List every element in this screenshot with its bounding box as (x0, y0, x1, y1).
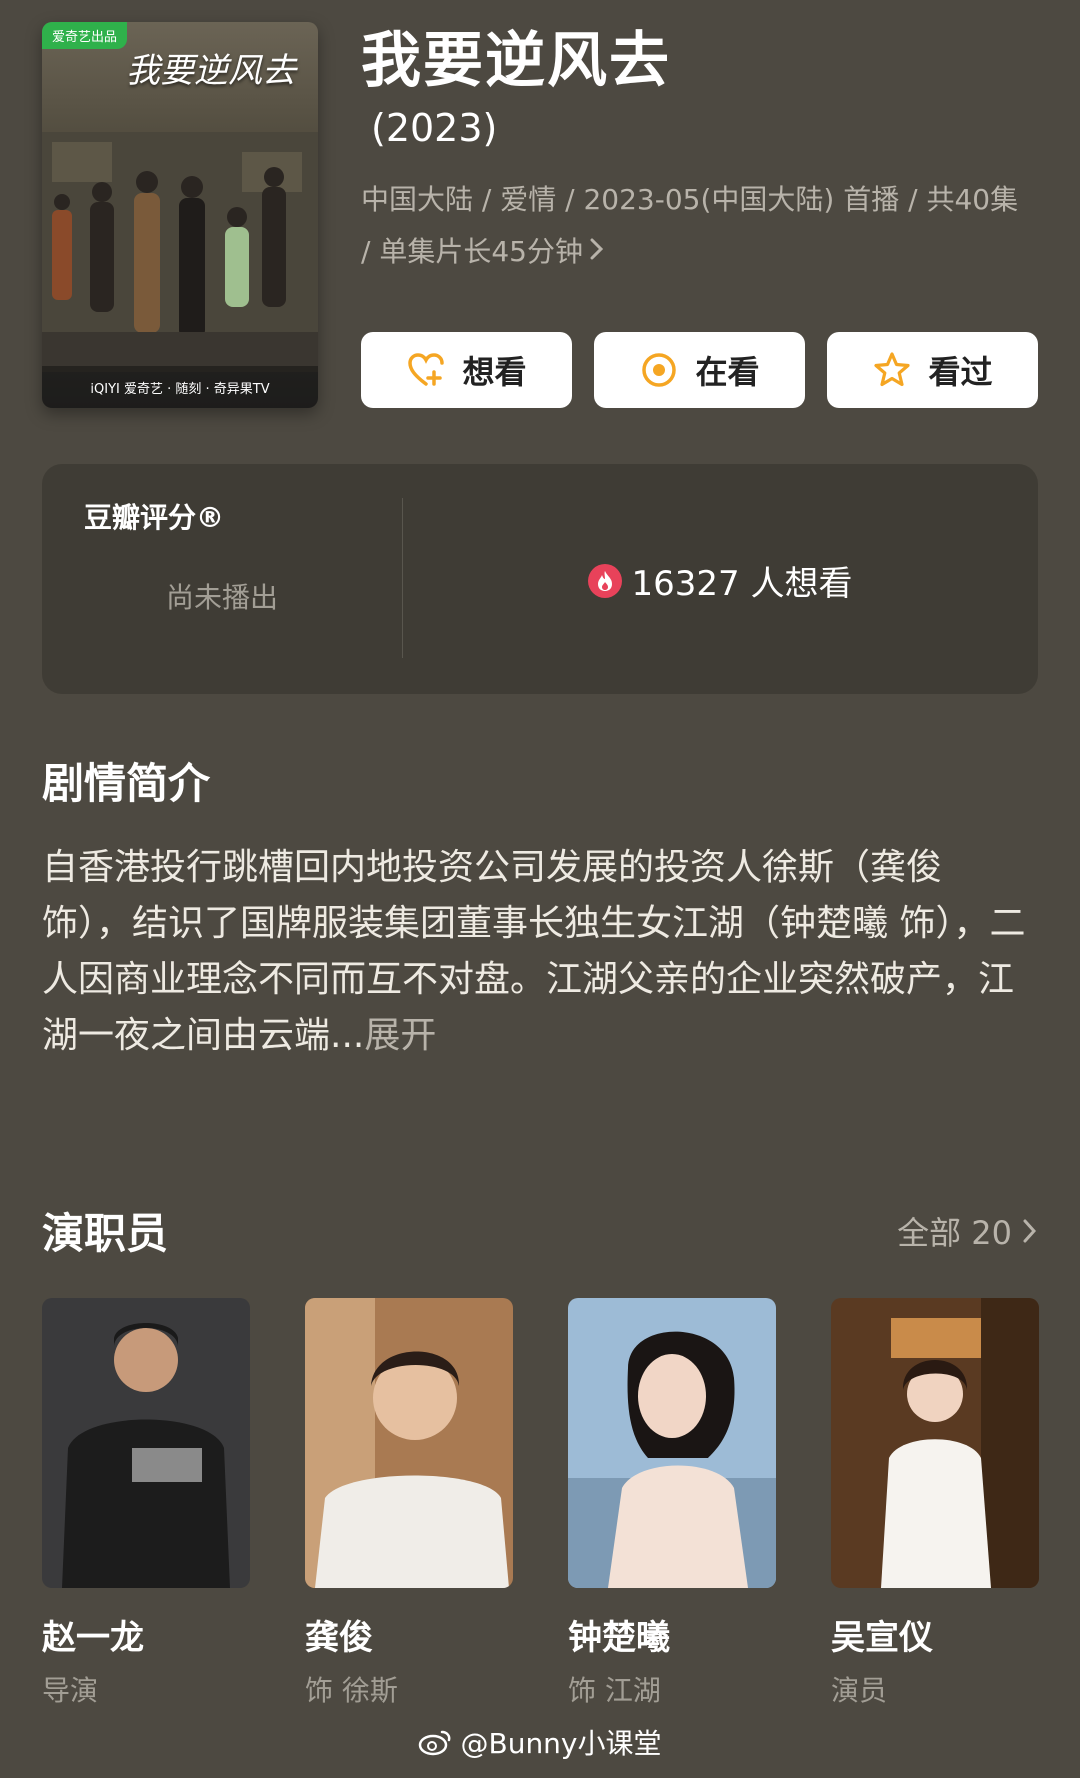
weibo-icon (419, 1730, 451, 1756)
cast-photo (42, 1298, 250, 1588)
cast-name: 龚俊 (305, 1618, 373, 1658)
release-year: (2023) (371, 106, 498, 150)
poster-title-art: 我要逆风去 (126, 51, 296, 91)
chevron-right-icon (1023, 1219, 1037, 1243)
watching-label: 在看 (695, 353, 760, 391)
poster-badge: 爱奇艺出品 (42, 22, 128, 49)
cast-role: 饰 江湖 (568, 1674, 661, 1707)
want-to-watch-label: 想看 (462, 353, 527, 391)
see-all-cast-link[interactable]: 全部 20 (897, 1208, 1038, 1254)
synopsis-heading: 剧情简介 (42, 759, 211, 808)
watching-button[interactable]: 在看 (594, 332, 805, 408)
wish-count-text: 16327 人想看 (631, 564, 853, 604)
cast-name: 赵一龙 (42, 1618, 144, 1658)
cast-photo (831, 1298, 1039, 1588)
fire-icon (587, 563, 622, 598)
cast-photo (568, 1298, 776, 1588)
title-block: 我要逆风去 (2023) 中国大陆 / 爱情 / 2023-05(中国大陆) 首… (361, 22, 1041, 278)
synopsis-text[interactable]: 自香港投行跳槽回内地投资公司发展的投资人徐斯（龚俊 饰），结识了国牌服装集团董事… (42, 840, 1038, 1064)
page-title: 我要逆风去 (361, 26, 671, 96)
heart-plus-icon (408, 353, 445, 386)
action-buttons: 想看 在看 看过 (361, 332, 1038, 408)
rating-label: 豆瓣评分® (84, 501, 225, 534)
target-icon (642, 353, 677, 387)
cast-card[interactable]: 赵一龙 导演 (42, 1298, 250, 1709)
cast-role: 导演 (42, 1674, 99, 1707)
cast-heading: 演职员 (42, 1209, 169, 1258)
watched-label: 看过 (928, 353, 993, 391)
poster-scene-illustration (42, 132, 318, 372)
chevron-right-icon (589, 226, 605, 278)
cast-photo (305, 1298, 513, 1588)
rating-card: 豆瓣评分® 尚未播出 16327 人想看 (42, 464, 1038, 694)
want-to-watch-button[interactable]: 想看 (361, 332, 572, 408)
watermark-text: @Bunny小课堂 (460, 1727, 662, 1760)
meta-info[interactable]: 中国大陆 / 爱情 / 2023-05(中国大陆) 首播 / 共40集 / 单集… (361, 174, 1021, 278)
cast-card[interactable]: 钟楚曦 饰 江湖 (568, 1298, 776, 1709)
cast-card[interactable]: 龚俊 饰 徐斯 (305, 1298, 513, 1709)
rating-status: 尚未播出 (165, 581, 278, 614)
watched-button[interactable]: 看过 (827, 332, 1038, 408)
watermark: @Bunny小课堂 (0, 1722, 1080, 1762)
cast-name: 吴宣仪 (831, 1618, 933, 1658)
star-icon (874, 352, 911, 387)
expand-link[interactable]: 展开 (364, 1015, 436, 1056)
see-all-label: 全部 20 (897, 1214, 1012, 1252)
synopsis-body: 自香港投行跳槽回内地投资公司发展的投资人徐斯（龚俊 饰），结识了国牌服装集团董事… (42, 847, 1026, 1056)
cast-role: 饰 徐斯 (305, 1674, 398, 1707)
meta-text: 中国大陆 / 爱情 / 2023-05(中国大陆) 首播 / 共40集 / 单集… (361, 183, 1019, 268)
cast-list: 赵一龙 导演 龚俊 饰 徐斯 钟楚曦 饰 江湖 吴宣仪 演员 (42, 1298, 1039, 1709)
poster-footer: iQIYI 爱奇艺 · 随刻 · 奇异果TV (42, 366, 318, 408)
wish-count[interactable]: 16327 人想看 (402, 556, 1038, 605)
movie-detail-page: 爱奇艺出品 我要逆风去 iQIYI 爱奇艺 · 随刻 · 奇异果TV 我要逆风去… (0, 0, 1080, 1778)
cast-card[interactable]: 吴宣仪 演员 (831, 1298, 1039, 1709)
cast-name: 钟楚曦 (568, 1618, 670, 1658)
cast-role: 演员 (831, 1674, 888, 1707)
poster-image[interactable]: 爱奇艺出品 我要逆风去 iQIYI 爱奇艺 · 随刻 · 奇异果TV (42, 22, 318, 408)
